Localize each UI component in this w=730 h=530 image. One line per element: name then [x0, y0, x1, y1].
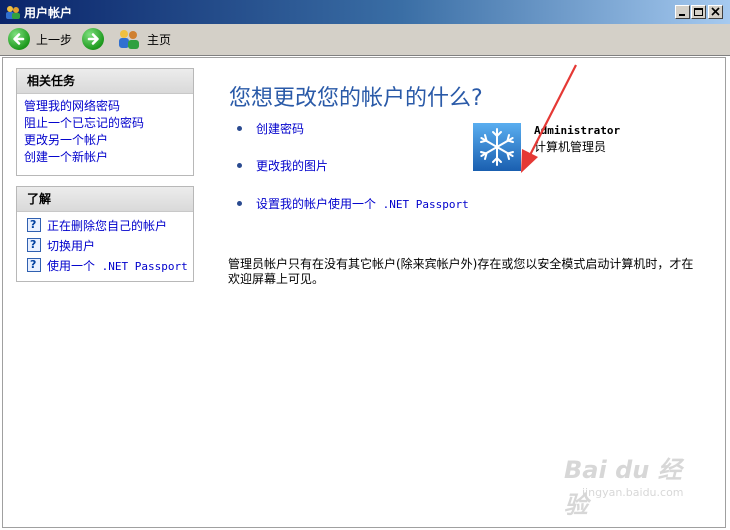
content-area: 相关任务 管理我的网络密码 阻止一个已忘记的密码 更改另一个帐户 创建一个新帐户…	[2, 57, 726, 528]
navigation-toolbar: 上一步 主页	[0, 24, 730, 56]
title-bar: 用户帐户	[0, 0, 730, 24]
back-label: 上一步	[36, 32, 73, 47]
back-arrow-icon	[8, 28, 30, 50]
home-label: 主页	[147, 32, 172, 47]
related-tasks-panel: 相关任务 管理我的网络密码 阻止一个已忘记的密码 更改另一个帐户 创建一个新帐户	[16, 68, 194, 176]
bullet-icon	[237, 201, 242, 206]
home-button[interactable]: 主页	[117, 27, 171, 51]
task-link[interactable]: 管理我的网络密码	[24, 98, 193, 115]
watermark-url: jingyan.baidu.com	[582, 486, 684, 499]
option-change-picture[interactable]: 更改我的图片	[237, 157, 328, 174]
forward-button[interactable]	[82, 27, 104, 51]
user-accounts-icon	[5, 4, 21, 20]
learn-item-label[interactable]: 正在删除您自己的帐户	[47, 217, 167, 234]
option-label[interactable]: 创建密码	[256, 120, 304, 137]
learn-item[interactable]: ? 切换用户	[27, 235, 193, 255]
snowflake-icon	[473, 123, 521, 171]
window-title: 用户帐户	[24, 6, 73, 20]
annotation-arrow-icon	[521, 64, 577, 173]
help-icon: ?	[27, 258, 41, 272]
related-tasks-title: 相关任务	[17, 69, 193, 94]
learn-item-label[interactable]: 使用一个 .NET Passport	[47, 257, 188, 274]
learn-item[interactable]: ? 正在删除您自己的帐户	[27, 215, 193, 235]
minimize-icon	[679, 14, 685, 16]
learn-about-title: 了解	[17, 187, 193, 212]
bullet-icon	[237, 126, 242, 131]
task-link[interactable]: 创建一个新帐户	[24, 149, 193, 166]
net-passport-text: .NET Passport	[376, 198, 469, 211]
close-icon	[711, 7, 720, 16]
related-tasks-list: 管理我的网络密码 阻止一个已忘记的密码 更改另一个帐户 创建一个新帐户	[17, 94, 193, 166]
bullet-icon	[237, 163, 242, 168]
option-create-password[interactable]: 创建密码	[237, 120, 304, 137]
maximize-button[interactable]	[691, 5, 706, 19]
baidu-watermark: Bai du 经验 jingyan.baidu.com	[560, 450, 700, 519]
learn-item[interactable]: ? 使用一个 .NET Passport	[27, 255, 193, 275]
learn-item-label[interactable]: 切换用户	[47, 237, 95, 254]
maximize-icon	[694, 8, 703, 16]
learn-about-panel: 了解 ? 正在删除您自己的帐户 ? 切换用户 ? 使用一个 .NET Passp…	[16, 186, 194, 282]
back-button[interactable]: 上一步	[8, 27, 72, 51]
page-title: 您想更改您的帐户的什么?	[229, 86, 483, 111]
administrator-note: 管理员帐户只有在没有其它帐户(除来宾帐户外)存在或您以安全模式启动计算机时，才在…	[228, 257, 694, 286]
watermark-brand: Bai du 经验	[564, 456, 682, 519]
option-label[interactable]: 更改我的图片	[256, 157, 328, 174]
task-link[interactable]: 阻止一个已忘记的密码	[24, 115, 193, 132]
net-passport-text: .NET Passport	[95, 259, 188, 273]
help-icon: ?	[27, 238, 41, 252]
learn-about-list: ? 正在删除您自己的帐户 ? 切换用户 ? 使用一个 .NET Passport	[17, 212, 193, 275]
close-button[interactable]	[708, 5, 723, 19]
help-icon: ?	[27, 218, 41, 232]
option-label[interactable]: 设置我的帐户使用一个 .NET Passport	[256, 195, 469, 212]
task-link[interactable]: 更改另一个帐户	[24, 132, 193, 149]
minimize-button[interactable]	[675, 5, 690, 19]
option-net-passport[interactable]: 设置我的帐户使用一个 .NET Passport	[237, 195, 469, 212]
forward-arrow-icon	[82, 28, 104, 50]
users-home-icon	[117, 28, 141, 50]
